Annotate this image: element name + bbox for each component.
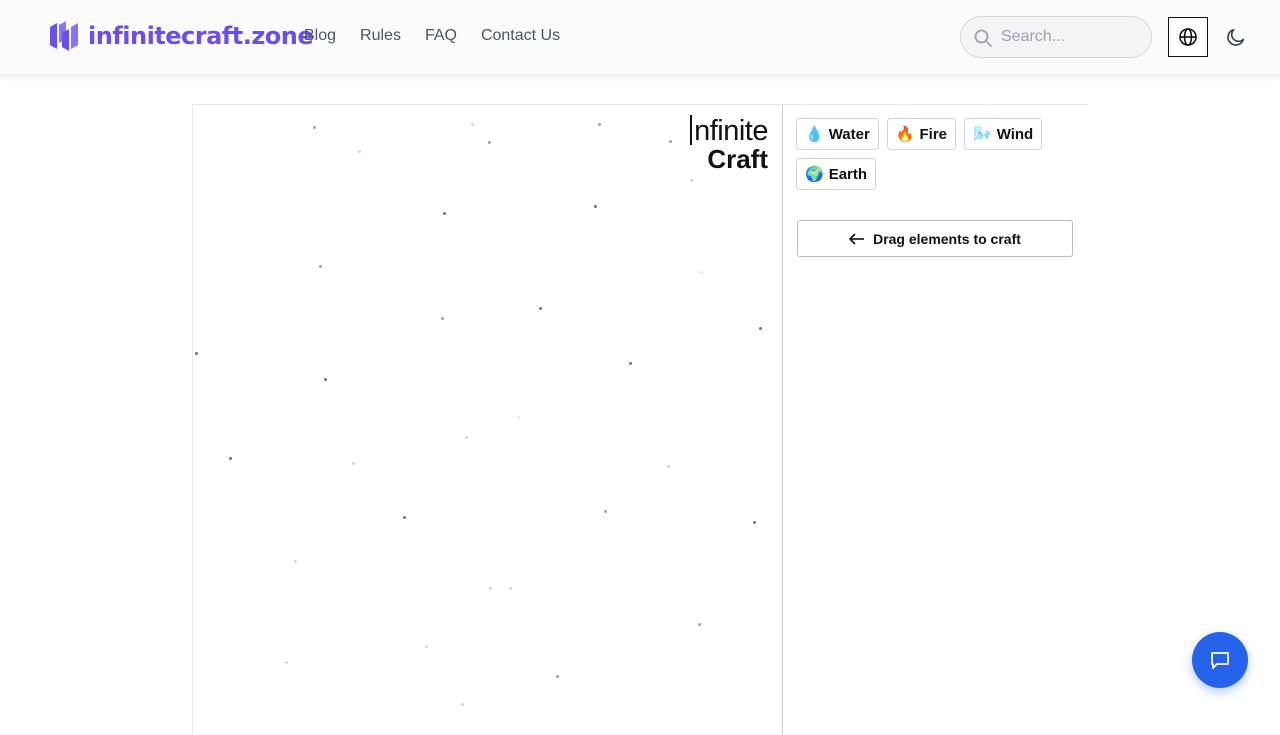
nav-link-faq[interactable]: FAQ <box>425 27 457 45</box>
element-earth[interactable]: 🌍 Earth <box>796 158 877 190</box>
canvas-particle <box>539 307 542 310</box>
element-label: Fire <box>919 125 948 143</box>
language-button[interactable] <box>1168 17 1208 57</box>
canvas-particle <box>294 560 297 563</box>
main-nav: Blog Rules FAQ Contact Us <box>304 27 584 45</box>
text-cursor-icon <box>690 115 693 145</box>
canvas-particle <box>509 587 512 590</box>
canvas-particle <box>441 317 444 320</box>
water-drop-icon: 💧 <box>805 126 824 143</box>
moon-icon <box>1227 28 1245 46</box>
canvas-particle <box>604 510 607 513</box>
globe-icon <box>1179 28 1197 46</box>
canvas-particle <box>403 516 406 519</box>
canvas-particle <box>517 416 520 419</box>
game-logo: nfinite Craft <box>690 115 768 173</box>
element-wind[interactable]: 🌬️ Wind <box>964 118 1043 150</box>
canvas-particle <box>324 378 327 381</box>
chat-icon <box>1211 652 1229 669</box>
canvas-particle <box>488 141 491 144</box>
search-icon <box>974 29 992 47</box>
arrow-left-icon <box>849 232 865 245</box>
canvas-particle <box>313 126 316 129</box>
canvas-particle <box>698 623 701 626</box>
canvas-particle <box>489 587 492 590</box>
element-label: Earth <box>828 165 868 183</box>
canvas-particle <box>700 271 703 274</box>
elements-list: 💧 Water 🔥 Fire 🌬️ Wind 🌍 Earth <box>796 118 1081 198</box>
game-logo-line1-text: nfinite <box>694 115 768 147</box>
canvas-particle <box>598 123 601 126</box>
canvas-particle <box>753 521 756 524</box>
canvas-particle <box>285 661 288 664</box>
canvas-particle <box>352 462 355 465</box>
elements-sidebar: 💧 Water 🔥 Fire 🌬️ Wind 🌍 Earth Drag elem… <box>783 105 1088 735</box>
canvas-particle <box>319 265 322 268</box>
drag-hint-banner: Drag elements to craft <box>797 220 1073 257</box>
canvas-particle <box>443 212 446 215</box>
brand-link[interactable]: infinitecraft.zone <box>48 19 314 53</box>
brand-name: infinitecraft.zone <box>88 22 314 50</box>
canvas-particle <box>465 436 468 439</box>
canvas-particle <box>629 362 632 365</box>
canvas-particle <box>425 645 428 648</box>
nav-link-blog[interactable]: Blog <box>304 27 336 45</box>
canvas-particle <box>667 465 670 468</box>
craft-canvas[interactable]: nfinite Craft <box>193 105 783 735</box>
canvas-particle <box>759 327 762 330</box>
canvas-particle <box>358 150 361 153</box>
element-water[interactable]: 💧 Water <box>796 118 879 150</box>
game-logo-line2: Craft <box>707 144 768 174</box>
chat-button[interactable] <box>1192 632 1248 688</box>
nav-link-rules[interactable]: Rules <box>360 27 401 45</box>
earth-globe-icon: 🌍 <box>805 166 824 183</box>
canvas-particle <box>461 703 464 706</box>
canvas-particle <box>669 140 672 143</box>
canvas-particle <box>556 675 559 678</box>
brand-logo-icon <box>50 21 78 51</box>
game-container: nfinite Craft 💧 Water 🔥 Fire 🌬️ Wind 🌍 E… <box>192 104 1088 735</box>
top-navbar: infinitecraft.zone Blog Rules FAQ Contac… <box>0 0 1280 74</box>
drag-hint-text: Drag elements to craft <box>873 230 1021 247</box>
canvas-particle <box>229 457 232 460</box>
element-label: Water <box>828 125 870 143</box>
element-fire[interactable]: 🔥 Fire <box>886 118 957 150</box>
theme-toggle-button[interactable] <box>1222 23 1250 51</box>
element-label: Wind <box>996 125 1034 143</box>
wind-icon: 🌬️ <box>973 126 992 143</box>
search-box <box>960 16 1152 58</box>
canvas-particle <box>471 123 474 126</box>
search-input[interactable] <box>1001 26 1141 48</box>
nav-link-contact[interactable]: Contact Us <box>481 27 560 45</box>
canvas-particle <box>690 179 693 182</box>
fire-icon: 🔥 <box>895 126 915 143</box>
canvas-particle <box>594 205 597 208</box>
game-logo-line1: nfinite <box>690 115 768 147</box>
canvas-particle <box>195 352 198 355</box>
